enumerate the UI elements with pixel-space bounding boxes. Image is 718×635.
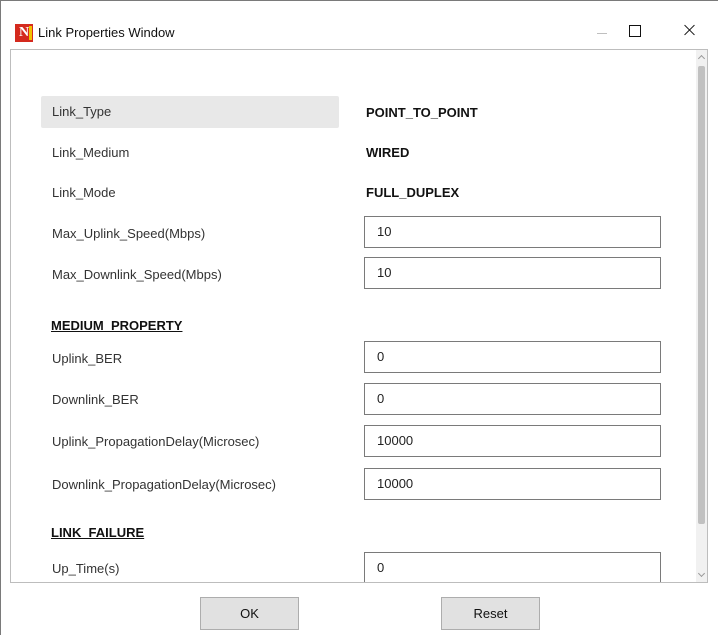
link-mode-label: Link_Mode — [52, 185, 116, 200]
scroll-thumb[interactable] — [698, 66, 705, 524]
link-mode-value: FULL_DUPLEX — [366, 185, 460, 200]
app-icon: N — [15, 24, 33, 42]
max-downlink-speed-label: Max_Downlink_Speed(Mbps) — [52, 267, 222, 282]
maximize-icon[interactable] — [611, 17, 657, 45]
uplink-propagation-delay-label: Uplink_PropagationDelay(Microsec) — [52, 434, 260, 449]
close-icon[interactable] — [667, 17, 713, 45]
uplink-ber-label: Uplink_BER — [52, 351, 123, 366]
downlink-propagation-delay-input[interactable]: 10000 — [364, 468, 661, 500]
up-time-input[interactable]: 0 — [364, 552, 661, 582]
link-medium-label: Link_Medium — [52, 145, 130, 160]
max-downlink-speed-input[interactable]: 10 — [364, 257, 661, 289]
title-bar: N Link Properties Window — [1, 1, 718, 42]
max-uplink-speed-label: Max_Uplink_Speed(Mbps) — [52, 226, 206, 241]
link-properties-window: N Link Properties Window Link_Type POINT… — [0, 0, 718, 635]
link-medium-value: WIRED — [366, 145, 410, 160]
medium-property-header: MEDIUM_PROPERTY — [51, 318, 183, 333]
link-failure-header: LINK_FAILURE — [51, 525, 145, 540]
uplink-propagation-delay-input[interactable]: 10000 — [364, 425, 661, 457]
max-uplink-speed-input[interactable]: 10 — [364, 216, 661, 248]
up-time-label: Up_Time(s) — [52, 561, 120, 576]
downlink-ber-input[interactable]: 0 — [364, 383, 661, 415]
scroll-down-icon[interactable] — [696, 569, 707, 580]
downlink-propagation-delay-label: Downlink_PropagationDelay(Microsec) — [52, 477, 276, 492]
window-title: Link Properties Window — [38, 25, 175, 40]
uplink-ber-input[interactable]: 0 — [364, 341, 661, 373]
properties-panel: Link_Type POINT_TO_POINT Link_Medium WIR… — [10, 49, 708, 583]
vertical-scrollbar[interactable] — [696, 50, 707, 582]
link-type-value: POINT_TO_POINT — [366, 105, 478, 120]
link-type-label[interactable]: Link_Type — [41, 96, 339, 128]
downlink-ber-label: Downlink_BER — [52, 392, 139, 407]
ok-button[interactable]: OK — [200, 597, 299, 630]
reset-button[interactable]: Reset — [441, 597, 540, 630]
scroll-up-icon[interactable] — [696, 52, 707, 63]
